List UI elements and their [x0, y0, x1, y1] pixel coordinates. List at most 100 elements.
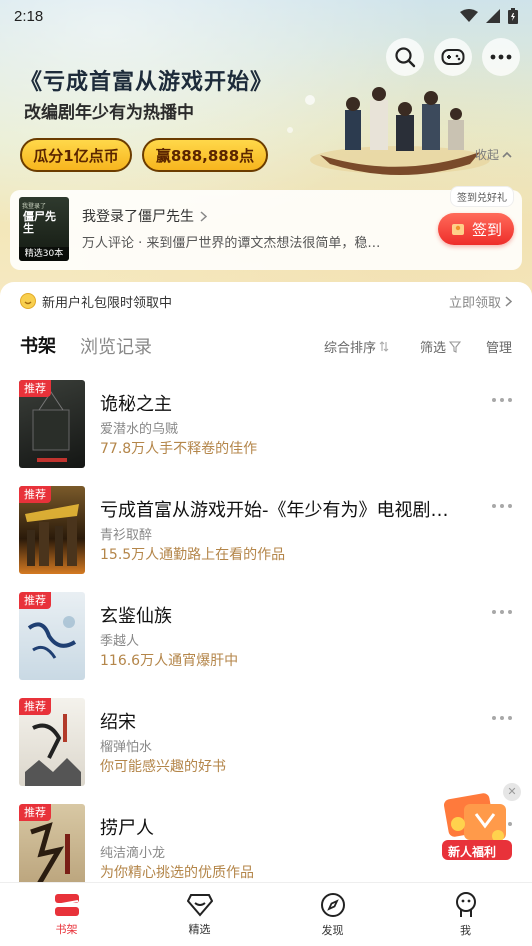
- diamond-icon: [186, 893, 213, 917]
- cover-title-text: 僵尸先生: [23, 210, 56, 235]
- book-cover[interactable]: 推荐: [19, 804, 85, 892]
- recommend-tag: 推荐: [19, 380, 51, 397]
- book-author: 季越人: [100, 634, 140, 649]
- banner-title: 《亏成首富从游戏开始》: [20, 69, 274, 95]
- search-button[interactable]: [386, 38, 424, 76]
- nav-bookshelf[interactable]: 书架: [0, 883, 133, 946]
- new-user-welfare-badge[interactable]: 新人福利: [440, 792, 514, 864]
- book-author: 爱潜水的乌贼: [100, 422, 179, 437]
- book-author: 榴弹怕水: [100, 740, 153, 755]
- red-envelope-icon: [451, 224, 464, 235]
- more-horizontal-icon: [490, 54, 512, 60]
- book-title: 诡秘之主: [100, 394, 172, 415]
- cover-badge: 精选30本: [19, 247, 69, 261]
- sign-in-button[interactable]: 签到: [438, 213, 514, 245]
- chevron-right-icon: [505, 295, 512, 307]
- claim-now-link[interactable]: 立即领取: [449, 292, 512, 311]
- tab-bookshelf[interactable]: 书架: [20, 332, 56, 358]
- book-title: 捞尸人: [100, 818, 154, 839]
- wifi-icon: [460, 9, 478, 22]
- sort-icon: [379, 341, 389, 352]
- gift-text: 新用户礼包限时领取中: [42, 295, 173, 311]
- cover-top-text: 我登录了: [22, 203, 47, 210]
- search-icon: [395, 47, 416, 68]
- nav-discover-label: 发现: [321, 923, 344, 937]
- manage-button[interactable]: 管理: [486, 337, 512, 356]
- promo-banner[interactable]: 2:18 《亏成首富从游戏开始》 改编剧年少有为热播中 瓜分1亿点币 赢888,…: [0, 0, 532, 300]
- nav-discover[interactable]: 发现: [266, 883, 399, 946]
- coin-icon: [20, 293, 36, 309]
- book-item[interactable]: 推荐 玄鉴仙族 季越人 116.6万人通宵爆肝中: [0, 592, 532, 688]
- shelf-tabs: 书架 浏览记录 综合排序 筛选 管理: [0, 332, 532, 362]
- book-cover[interactable]: 推荐: [19, 698, 85, 786]
- continue-reading-cover[interactable]: 我登录了 僵尸先生 精选30本: [19, 197, 69, 261]
- chevron-right-icon: [200, 210, 207, 222]
- compass-icon: [320, 892, 345, 917]
- continue-reading-title: 我登录了僵尸先生: [82, 209, 194, 225]
- status-icons: [460, 8, 518, 24]
- book-note: 15.5万人通勤路上在看的作品: [100, 547, 286, 563]
- continue-reading-description: 万人评论 · 来到僵尸世界的谭文杰想法很简单，稳…: [82, 236, 381, 251]
- nav-profile-label: 我: [460, 923, 471, 937]
- continue-reading-title-row[interactable]: 我登录了僵尸先生: [82, 206, 207, 226]
- sign-in-tip: 签到兑好礼: [450, 186, 514, 207]
- book-more-button[interactable]: [492, 716, 512, 720]
- nav-profile[interactable]: 我: [399, 883, 532, 946]
- banner-subtitle: 改编剧年少有为热播中: [24, 103, 194, 123]
- top-actions: [386, 38, 520, 76]
- book-note: 116.6万人通宵爆肝中: [100, 653, 239, 669]
- nav-bookshelf-label: 书架: [55, 922, 78, 936]
- status-time: 2:18: [14, 7, 44, 25]
- continue-reading-card[interactable]: 我登录了 僵尸先生 精选30本 我登录了僵尸先生 万人评论 · 来到僵尸世界的谭…: [10, 186, 522, 270]
- recommend-tag: 推荐: [19, 804, 51, 821]
- book-note: 你可能感兴趣的好书: [100, 759, 226, 775]
- book-title: 玄鉴仙族: [100, 606, 172, 627]
- book-note: 为你精心挑选的优质作品: [100, 865, 254, 881]
- book-cover[interactable]: 推荐: [19, 380, 85, 468]
- collapse-button[interactable]: 收起: [475, 146, 512, 163]
- filter-icon: [449, 340, 462, 353]
- book-author: 纯洁滴小龙: [100, 846, 166, 861]
- game-button[interactable]: [434, 38, 472, 76]
- book-item[interactable]: 推荐 亏成首富从游戏开始-《年少有为》电视剧… 青衫取醉 15.5万人通勤路上在…: [0, 486, 532, 582]
- book-more-button[interactable]: [492, 504, 512, 508]
- bookshelf-icon: [54, 893, 79, 916]
- recommend-tag: 推荐: [19, 698, 51, 715]
- book-cover[interactable]: 推荐: [19, 486, 85, 574]
- bottom-nav: 书架 精选 发现 我: [0, 882, 532, 946]
- status-bar: 2:18: [0, 0, 532, 32]
- nav-featured[interactable]: 精选: [133, 883, 266, 946]
- gamepad-icon: [441, 49, 465, 65]
- book-title: 亏成首富从游戏开始-《年少有为》电视剧…: [100, 500, 449, 521]
- sort-label: 综合排序: [324, 341, 377, 356]
- book-item[interactable]: 推荐 绍宋 榴弹怕水 你可能感兴趣的好书: [0, 698, 532, 794]
- sort-button[interactable]: 综合排序: [324, 337, 389, 356]
- nav-featured-label: 精选: [188, 922, 211, 936]
- claim-now-label: 立即领取: [448, 295, 501, 311]
- chevron-up-icon: [502, 151, 512, 158]
- book-item[interactable]: 推荐 诡秘之主 爱潜水的乌贼 77.8万人手不释卷的佳作: [0, 380, 532, 476]
- new-user-gift-bar[interactable]: 新用户礼包限时领取中 立即领取: [0, 282, 532, 320]
- welfare-label: 新人福利: [448, 845, 497, 859]
- profile-icon: [455, 891, 476, 917]
- recommend-tag: 推荐: [19, 486, 51, 503]
- filter-label: 筛选: [420, 341, 447, 356]
- book-cover[interactable]: 推荐: [19, 592, 85, 680]
- filter-button[interactable]: 筛选: [420, 337, 462, 356]
- gift-left: 新用户礼包限时领取中: [20, 292, 172, 311]
- recommend-tag: 推荐: [19, 592, 51, 609]
- more-menu-button[interactable]: [482, 38, 520, 76]
- book-more-button[interactable]: [492, 610, 512, 614]
- book-author: 青衫取醉: [100, 528, 153, 543]
- banner-illustration: [287, 87, 490, 175]
- book-note: 77.8万人手不释卷的佳作: [100, 441, 258, 457]
- battery-icon: [508, 8, 518, 24]
- book-title: 绍宋: [100, 712, 136, 733]
- signal-icon: [486, 9, 500, 23]
- tab-history[interactable]: 浏览记录: [80, 333, 152, 359]
- collapse-label: 收起: [474, 148, 499, 162]
- coin-share-pill[interactable]: 瓜分1亿点币: [20, 138, 132, 172]
- win-points-pill[interactable]: 赢888,888点: [142, 138, 268, 172]
- book-more-button[interactable]: [492, 398, 512, 402]
- sign-in-label: 签到: [471, 220, 502, 239]
